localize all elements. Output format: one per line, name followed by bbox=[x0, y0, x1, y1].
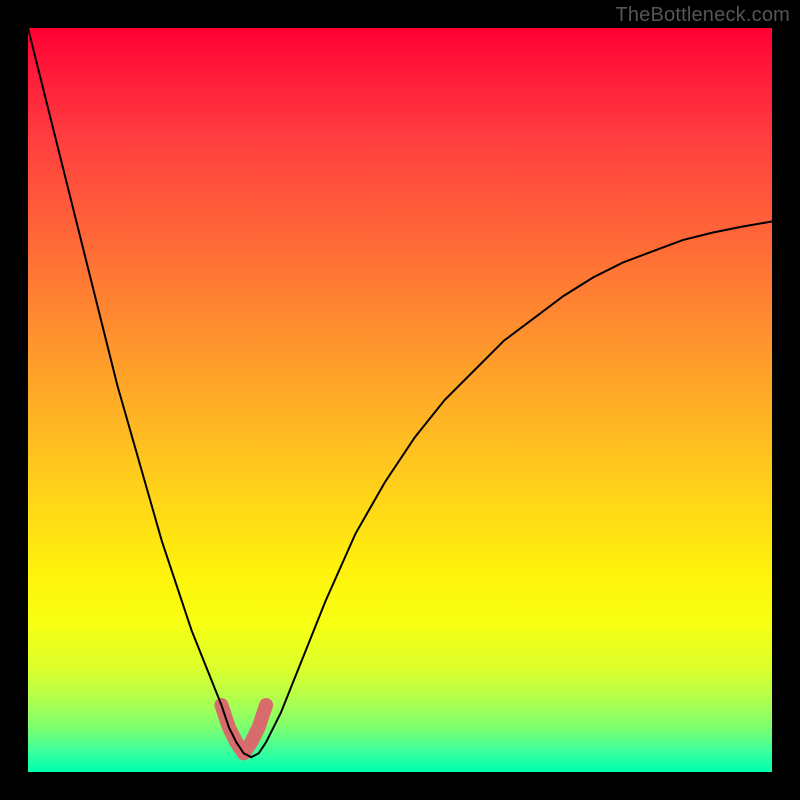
chart-frame: TheBottleneck.com bbox=[0, 0, 800, 800]
watermark-text: TheBottleneck.com bbox=[615, 4, 790, 27]
plot-area bbox=[28, 28, 772, 772]
curve-highlight bbox=[221, 705, 266, 753]
chart-svg bbox=[28, 28, 772, 772]
bottleneck-curve bbox=[28, 28, 772, 757]
